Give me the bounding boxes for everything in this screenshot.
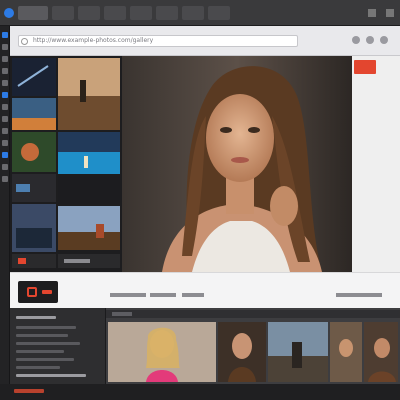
tab-1[interactable] [18, 5, 48, 20]
tool-icon-6[interactable] [2, 104, 8, 110]
status-bar [0, 384, 400, 400]
thumb-footer-text [64, 259, 90, 263]
minimize-icon[interactable] [368, 8, 376, 17]
panel-row-4[interactable] [16, 350, 64, 353]
film-frame-1-hair [146, 327, 180, 368]
tab-strip [0, 0, 400, 26]
browser-toolbar: http://www.example-photos.com/gallery [10, 26, 400, 56]
hero-image[interactable] [122, 56, 352, 272]
panel-row-6[interactable] [16, 366, 60, 369]
thumbnail-3-horizon [12, 118, 56, 130]
filmstrip-header-label [112, 312, 132, 316]
thumbnail-4-subject [21, 143, 39, 161]
thumbnail-6-figure [84, 156, 88, 168]
thumbnail-9-car [16, 228, 52, 248]
app-window: http://www.example-photos.com/gallery [0, 0, 400, 400]
tab-7[interactable] [182, 5, 204, 20]
hero-face [206, 94, 274, 182]
caption-bar-3 [182, 293, 204, 297]
tab-3[interactable] [78, 5, 100, 20]
film-frame-4-face [339, 339, 353, 357]
tab-6[interactable] [156, 5, 178, 20]
caption-bar-2 [150, 293, 176, 297]
tool-icon-11[interactable] [2, 164, 8, 170]
filmstrip-art [106, 310, 400, 382]
filmstrip-header [106, 310, 400, 318]
layers-panel [10, 308, 106, 384]
thumbnail-6[interactable] [58, 152, 120, 174]
panel-row-1[interactable] [16, 326, 76, 329]
tool-icon-2[interactable] [2, 56, 8, 62]
panel-row-7[interactable] [16, 374, 86, 377]
close-icon[interactable] [386, 8, 394, 17]
hero-eye-left [220, 127, 232, 133]
refresh-icon[interactable] [352, 36, 360, 44]
tool-icon-4[interactable] [2, 80, 8, 86]
tab-2[interactable] [52, 5, 74, 20]
thumbnail-2-ground [58, 96, 120, 130]
caption-bar-1 [110, 293, 146, 297]
star-icon[interactable] [366, 36, 374, 44]
thumbnail-10-figure [96, 224, 104, 238]
tool-rail [0, 26, 10, 400]
film-frame-5-face [374, 338, 390, 358]
tool-icon-7[interactable] [2, 116, 8, 122]
tool-icon-9[interactable] [2, 140, 8, 146]
tab-8[interactable] [208, 5, 230, 20]
browser-actions [352, 36, 388, 44]
thumbnails-art [12, 58, 120, 268]
film-frame-3-figure [292, 342, 302, 368]
right-gutter [352, 56, 400, 272]
tab-5[interactable] [130, 5, 152, 20]
menu-icon[interactable] [380, 36, 388, 44]
home-icon[interactable] [2, 32, 8, 38]
status-progress [14, 389, 44, 393]
caption-bar [10, 272, 400, 308]
thumbnail-5[interactable] [58, 132, 120, 152]
panel-row-3[interactable] [16, 342, 80, 345]
film-frame-2-face [232, 333, 252, 359]
hero-lips [231, 157, 249, 163]
tool-icon-1[interactable] [2, 44, 8, 50]
thumbnail-1[interactable] [12, 58, 56, 96]
panel-heading [16, 316, 56, 319]
address-text: http://www.example-photos.com/gallery [33, 37, 154, 44]
hero-art [122, 56, 352, 272]
caption-bar-4 [336, 293, 382, 297]
thumbnail-10-ground [58, 232, 120, 250]
tool-icon-5[interactable] [2, 92, 8, 98]
tool-icon-8[interactable] [2, 128, 8, 134]
address-bar[interactable]: http://www.example-photos.com/gallery [18, 35, 298, 47]
filmstrip [106, 308, 400, 384]
hero-hand [270, 186, 298, 226]
thumb-footer-badge [18, 258, 26, 264]
caption-text-bars [110, 293, 382, 297]
thumbnail-7-icon [16, 184, 30, 192]
tool-icon-12[interactable] [2, 176, 8, 182]
thumbnail-8[interactable] [58, 176, 120, 204]
panel-row-5[interactable] [16, 358, 74, 361]
thumbnail-grid [10, 56, 122, 272]
globe-icon [21, 38, 28, 45]
panel-row-2[interactable] [16, 334, 68, 337]
tab-4[interactable] [104, 5, 126, 20]
thumbnail-2-figure [80, 80, 86, 102]
app-icon [4, 7, 14, 18]
share-button[interactable] [354, 60, 376, 74]
tool-icon-10[interactable] [2, 152, 8, 158]
hero-eye-right [248, 127, 260, 133]
tool-icon-3[interactable] [2, 68, 8, 74]
